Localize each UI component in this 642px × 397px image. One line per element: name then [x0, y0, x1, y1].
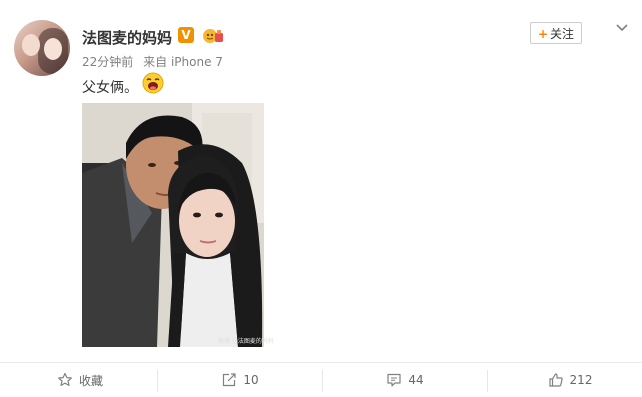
post-time[interactable]: 22分钟前	[82, 55, 133, 69]
laughing-emoji-icon	[142, 72, 164, 94]
post-source: iPhone 7	[170, 55, 223, 69]
source-prefix: 来自	[143, 55, 168, 69]
divider	[487, 370, 488, 392]
comment-icon	[387, 373, 401, 387]
like-icon	[548, 373, 563, 387]
follow-button[interactable]: + 关注	[530, 22, 582, 44]
avatar[interactable]	[14, 20, 70, 76]
post-meta: 22分钟前 来自 iPhone 7	[82, 53, 223, 70]
star-icon	[58, 372, 72, 386]
post-photo[interactable]	[82, 103, 264, 347]
favorite-label: 收藏	[78, 373, 103, 388]
like-button[interactable]: 212	[490, 363, 642, 397]
repost-button[interactable]: 10	[160, 363, 320, 397]
comment-button[interactable]: 44	[325, 363, 485, 397]
username-link[interactable]: 法图麦的妈妈	[82, 27, 172, 48]
verified-badge-icon: V	[178, 27, 194, 43]
photo-illustration	[82, 103, 264, 347]
comment-count: 44	[408, 373, 424, 387]
action-bar: 收藏 10 44 212	[0, 362, 642, 397]
post-text: 父女俩。	[82, 80, 138, 96]
share-icon	[223, 373, 236, 387]
divider	[157, 370, 158, 392]
chevron-down-icon[interactable]	[614, 22, 630, 34]
photo-watermark: 微博 @法图麦的妈妈	[218, 338, 274, 345]
follow-label: 关注	[550, 27, 575, 41]
favorite-button[interactable]: 收藏	[0, 363, 160, 397]
like-count: 212	[569, 373, 593, 387]
divider	[322, 370, 323, 392]
follow-plus-icon: +	[537, 27, 549, 41]
repost-count: 10	[243, 373, 259, 387]
vip-badge-icon	[203, 29, 223, 43]
